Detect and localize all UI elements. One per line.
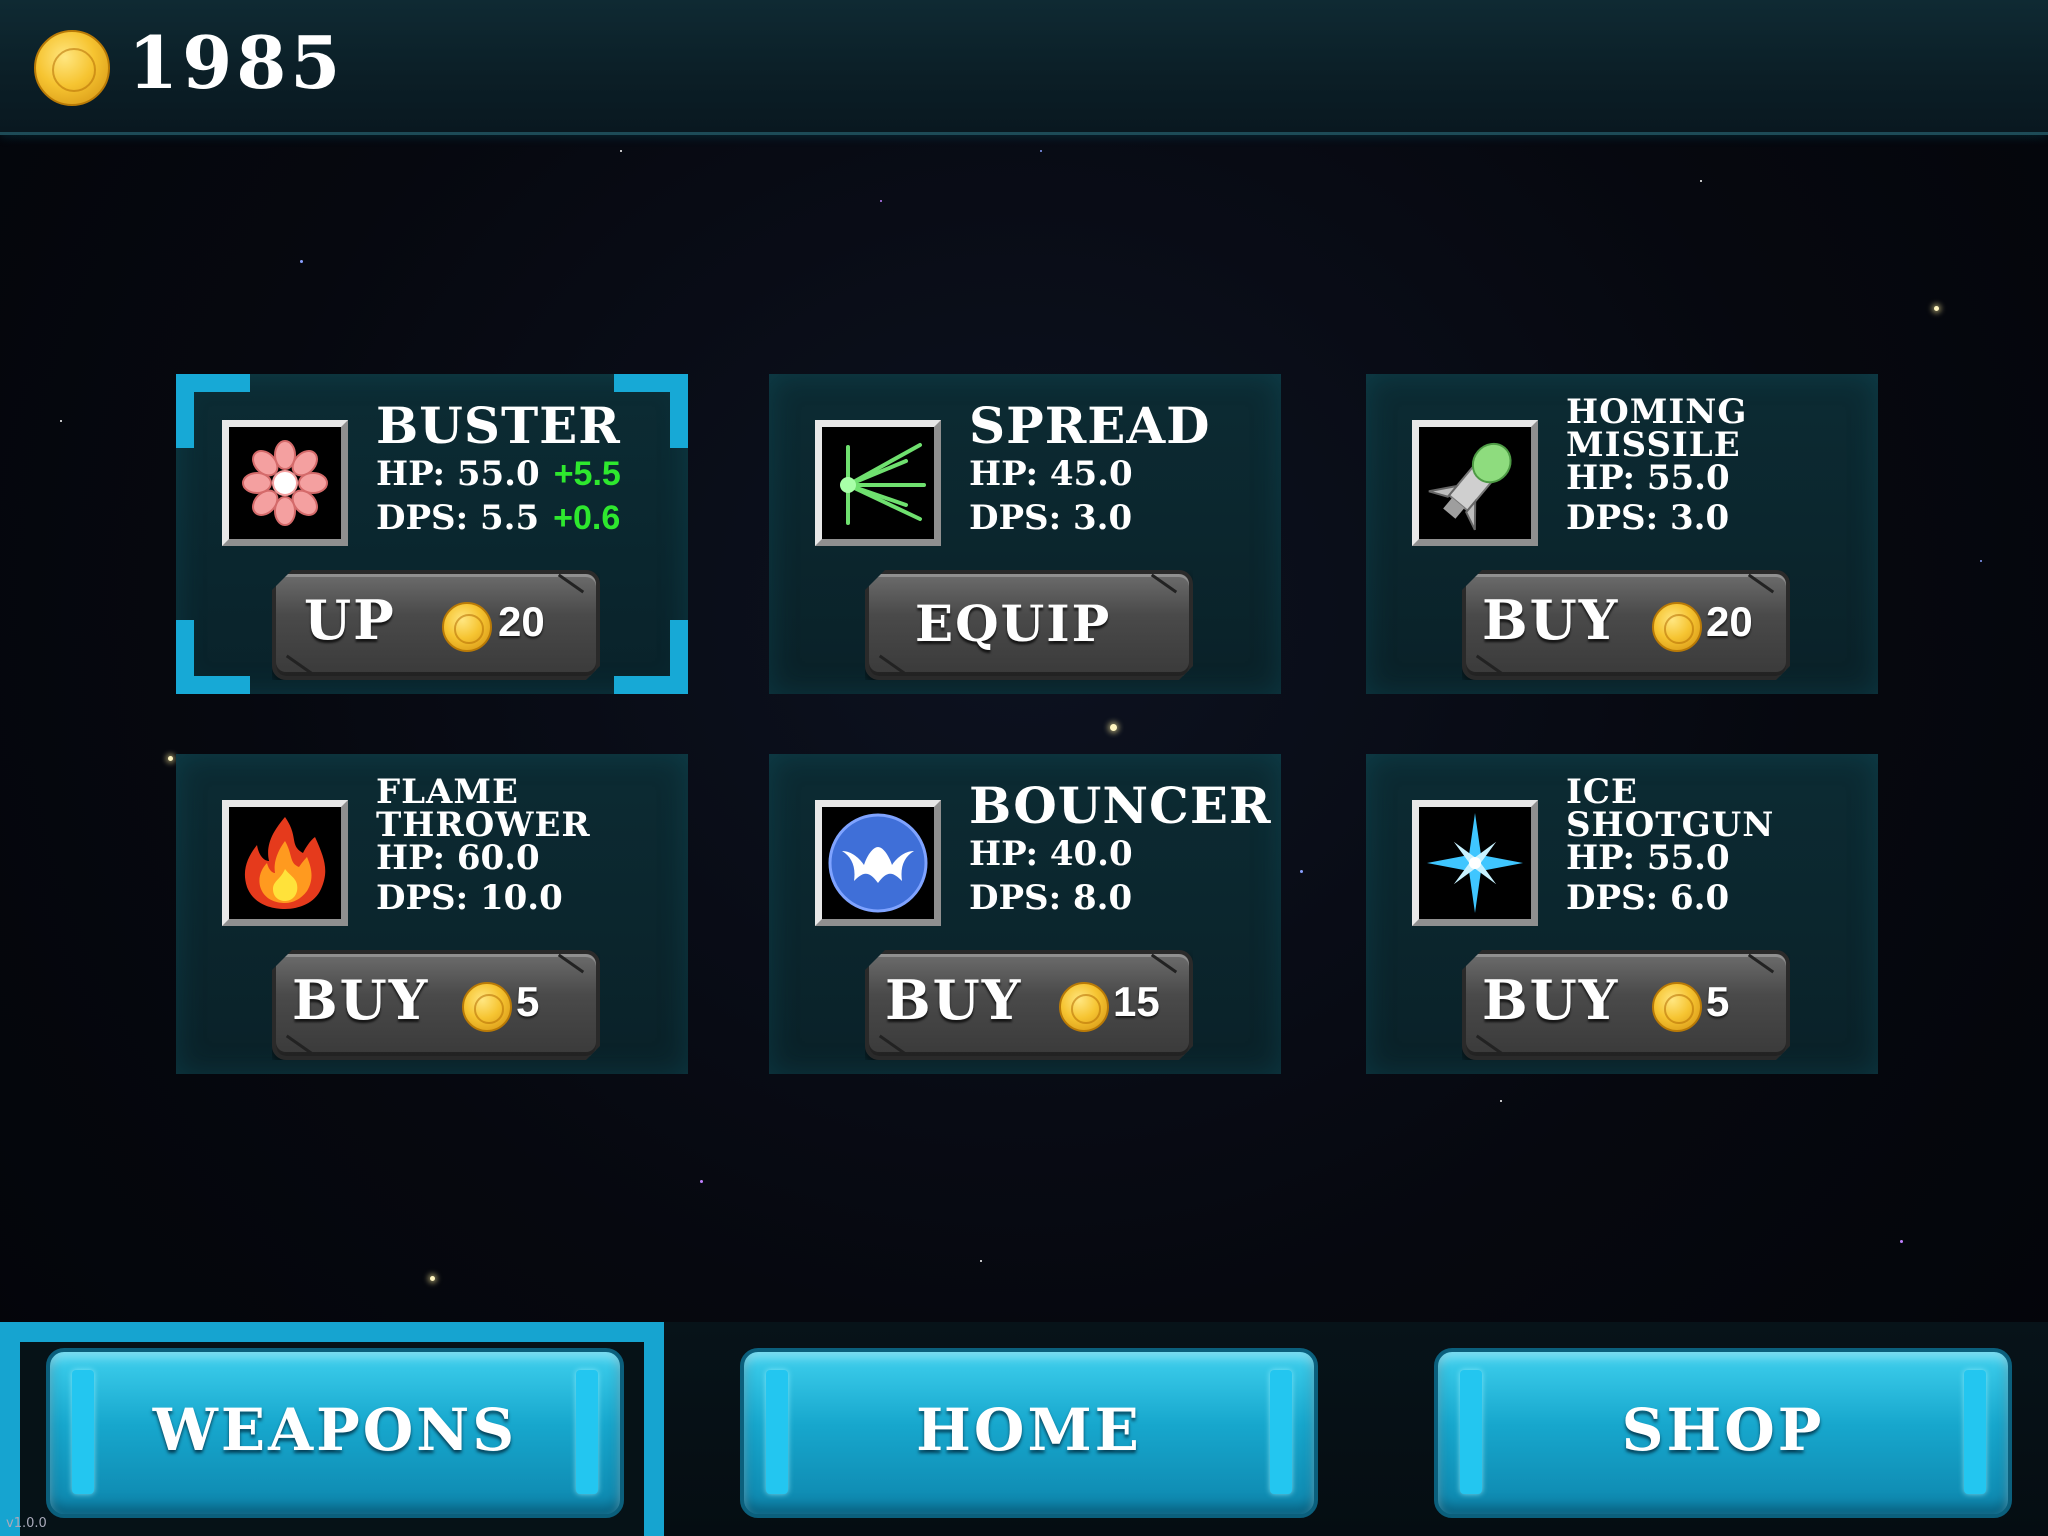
weapon-dps: DPS: 10.0	[376, 878, 563, 918]
weapon-dps: DPS: 5.5 +0.6	[376, 498, 621, 538]
ice-star-icon	[1412, 800, 1538, 926]
tab-shop[interactable]: SHOP	[1434, 1348, 2012, 1518]
equip-button[interactable]: EQUIP	[865, 570, 1193, 680]
button-label: UP	[304, 588, 396, 652]
weapon-hp: HP: 55.0	[1566, 838, 1730, 878]
weapon-dps: DPS: 3.0	[1566, 498, 1730, 538]
weapon-card-bouncer[interactable]: BOUNCER HP: 40.0 DPS: 8.0 BUY 15	[769, 754, 1281, 1074]
buy-button[interactable]: BUY 20	[1462, 570, 1790, 680]
coin-icon	[462, 982, 512, 1032]
tab-label: WEAPONS	[152, 1396, 518, 1464]
tab-weapons[interactable]: WEAPONS	[46, 1348, 624, 1518]
button-label: BUY	[885, 968, 1023, 1032]
weapon-name: HOMING MISSILE	[1566, 392, 1748, 465]
weapon-card-homing-missile[interactable]: HOMING MISSILE HP: 55.0 DPS: 3.0 BUY 20	[1366, 374, 1878, 694]
weapon-name: FLAME THROWER	[376, 772, 591, 845]
weapon-name: ICE SHOTGUN	[1566, 772, 1775, 845]
weapon-name: SPREAD	[969, 396, 1211, 455]
price: 20	[1706, 598, 1753, 645]
price: 5	[516, 978, 540, 1025]
hp-bonus: +5.5	[553, 455, 621, 493]
price: 15	[1113, 978, 1160, 1025]
price: 5	[1706, 978, 1730, 1025]
button-label: BUY	[1482, 968, 1620, 1032]
currency-bar: 1985	[0, 0, 2048, 135]
button-label: BUY	[1482, 588, 1620, 652]
weapon-dps: DPS: 3.0	[969, 498, 1133, 538]
coin-icon	[1652, 602, 1702, 652]
weapon-dps: DPS: 8.0	[969, 878, 1133, 918]
coin-icon	[442, 602, 492, 652]
weapon-card-buster[interactable]: BUSTER HP: 55.0 +5.5 DPS: 5.5 +0.6 UP 20	[176, 374, 688, 694]
weapon-dps: DPS: 6.0	[1566, 878, 1730, 918]
selection-corner	[614, 620, 688, 694]
dps-bonus: +0.6	[553, 499, 621, 537]
tab-label: HOME	[916, 1396, 1142, 1464]
price: 20	[498, 598, 545, 645]
selection-corner	[176, 620, 250, 694]
buy-button[interactable]: BUY 15	[865, 950, 1193, 1060]
weapon-name: BOUNCER	[969, 776, 1272, 835]
coin-icon	[34, 30, 110, 106]
button-label: BUY	[292, 968, 430, 1032]
coin-icon	[1652, 982, 1702, 1032]
upgrade-button[interactable]: UP 20	[272, 570, 600, 680]
bouncer-icon	[815, 800, 941, 926]
flower-icon	[222, 420, 348, 546]
selection-corner	[614, 374, 688, 448]
buy-button[interactable]: BUY 5	[1462, 950, 1790, 1060]
flame-icon	[222, 800, 348, 926]
weapon-name: BUSTER	[376, 396, 621, 455]
weapon-hp: HP: 60.0	[376, 838, 540, 878]
weapon-hp: HP: 55.0 +5.5	[376, 454, 621, 494]
buy-button[interactable]: BUY 5	[272, 950, 600, 1060]
spread-icon	[815, 420, 941, 546]
button-label: EQUIP	[915, 594, 1112, 653]
weapon-hp: HP: 55.0	[1566, 458, 1730, 498]
tab-home[interactable]: HOME	[740, 1348, 1318, 1518]
weapon-card-spread[interactable]: SPREAD HP: 45.0 DPS: 3.0 EQUIP	[769, 374, 1281, 694]
version-label: v1.0.0	[6, 1516, 47, 1531]
coin-count: 1985	[128, 20, 345, 105]
tab-label: SHOP	[1621, 1396, 1825, 1464]
weapon-hp: HP: 40.0	[969, 834, 1133, 874]
weapon-hp: HP: 45.0	[969, 454, 1133, 494]
coin-icon	[1059, 982, 1109, 1032]
missile-icon	[1412, 420, 1538, 546]
weapon-card-ice-shotgun[interactable]: ICE SHOTGUN HP: 55.0 DPS: 6.0 BUY 5	[1366, 754, 1878, 1074]
weapon-card-flame-thrower[interactable]: FLAME THROWER HP: 60.0 DPS: 10.0 BUY 5	[176, 754, 688, 1074]
